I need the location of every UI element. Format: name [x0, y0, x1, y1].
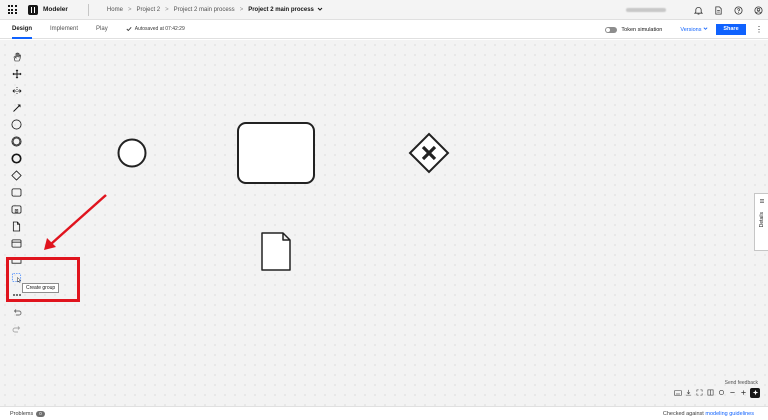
hand-tool-icon[interactable]	[8, 48, 25, 65]
lasso-tool-icon[interactable]	[8, 65, 25, 82]
reset-zoom-icon[interactable]	[717, 388, 726, 397]
start-event-icon[interactable]	[8, 116, 25, 133]
task-icon[interactable]	[8, 184, 25, 201]
details-label: Details	[758, 212, 765, 228]
send-feedback-link[interactable]: Send feedback	[725, 380, 758, 386]
space-tool-icon[interactable]	[8, 82, 25, 99]
ai-icon[interactable]	[750, 387, 760, 398]
subprocess-icon[interactable]	[8, 201, 25, 218]
start-event[interactable]	[117, 138, 147, 168]
end-event-icon[interactable]	[8, 150, 25, 167]
guidelines-status: Checked against modeling guidelines	[663, 411, 754, 417]
task[interactable]	[237, 122, 315, 184]
data-object-icon[interactable]	[8, 218, 25, 235]
connect-tool-icon[interactable]	[8, 99, 25, 116]
problems-label: Problems	[10, 410, 34, 417]
exclusive-gateway[interactable]	[408, 132, 450, 174]
data-object[interactable]	[261, 232, 291, 271]
diagram-layer	[44, 122, 450, 271]
bottom-bar: Problems 0 Checked against modeling guide…	[0, 406, 768, 420]
gateway-icon[interactable]	[8, 167, 25, 184]
download-icon[interactable]	[684, 388, 693, 397]
intermediate-event-icon[interactable]	[8, 133, 25, 150]
properties-icon	[759, 199, 764, 203]
fullscreen-icon[interactable]	[695, 388, 704, 397]
minimap-icon[interactable]	[706, 388, 715, 397]
data-store-icon[interactable]	[8, 235, 25, 252]
annotation-arrow	[44, 194, 107, 250]
guidelines-prefix: Checked against	[662, 410, 704, 417]
annotation-highlight-box	[6, 257, 80, 302]
details-panel-toggle[interactable]: Details	[754, 193, 768, 251]
canvas-controls	[673, 387, 760, 398]
redo-icon[interactable]	[8, 320, 25, 337]
problems-count-badge: 0	[36, 410, 45, 417]
zoom-out-icon[interactable]	[728, 388, 737, 397]
undo-icon[interactable]	[8, 303, 25, 320]
modeling-guidelines-link[interactable]: modeling guidelines	[705, 411, 754, 417]
keyboard-icon[interactable]	[673, 388, 682, 397]
problems-toggle[interactable]: Problems 0	[10, 410, 45, 417]
zoom-in-icon[interactable]	[739, 388, 748, 397]
